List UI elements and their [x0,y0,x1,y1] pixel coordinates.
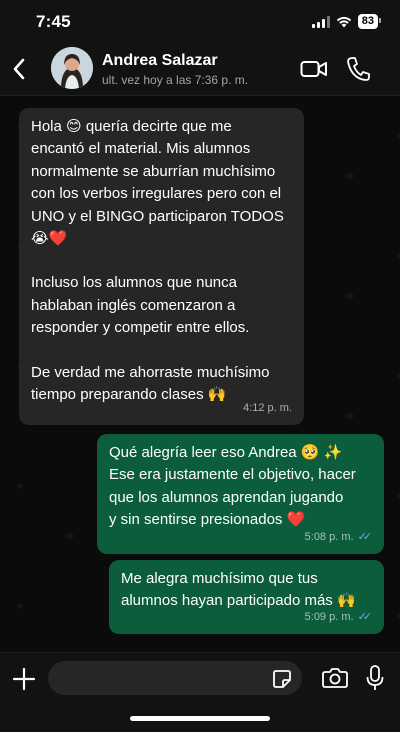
message-meta: 5:09 p. m. ✓✓ [305,606,372,628]
avatar-image [51,47,93,89]
message-line: normalmente se aburrían muchísimo [31,162,276,180]
message-meta: 4:12 p. m. [243,397,292,419]
camera-button[interactable] [322,667,348,689]
chevron-left-icon [13,58,25,80]
message-line: Ese era justamente el objetivo, hacer [109,466,356,484]
message-line: con los verbos irregulares pero con el [31,185,282,203]
back-button[interactable] [8,54,30,84]
microphone-button[interactable] [366,664,384,692]
camera-icon [322,668,348,688]
status-bar: 7:45 83 [0,0,400,44]
video-call-button[interactable] [300,58,328,80]
message-bubble-incoming[interactable]: Hola 😊 quería decirte que me encantó el … [19,108,304,425]
message-time: 5:08 p. m. [304,530,354,543]
phone-icon [347,57,370,81]
attach-button[interactable] [12,667,36,691]
message-time: 4:12 p. m. [243,401,292,414]
wifi-icon [336,16,351,27]
message-meta: 5:08 p. m. ✓✓ [305,526,372,548]
message-line: responder y competir entre ellos. [31,319,250,337]
plus-icon [12,667,36,691]
double-check-icon: ✓✓ [357,610,373,623]
message-line: hablaban inglés comenzaron a [31,296,236,314]
home-indicator [130,716,270,721]
message-input[interactable] [48,661,302,695]
message-line: encantó el material. Mis alumnos [31,140,251,158]
chat-header: Andrea Salazar ult. vez hoy a las 7:36 p… [0,44,400,96]
message-line: que los alumnos aprendan jugando [109,488,344,506]
message-line: Hola 😊 quería decirte que me [31,118,232,135]
voice-call-button[interactable] [346,56,370,82]
microphone-icon [366,665,384,690]
battery-icon: 83 [357,14,382,29]
sticker-button[interactable] [272,669,292,689]
message-line: Incluso los alumnos que nunca [31,274,237,292]
message-bubble-outgoing[interactable]: Me alegra muchísimo que tus alumnos haya… [109,560,384,634]
message-line: 😭❤️ [31,230,68,248]
chat-area[interactable]: Hola 😊 quería decirte que me encantó el … [0,96,400,652]
video-camera-icon [300,61,327,77]
status-time: 7:45 [36,12,71,31]
message-line: Me alegra muchísimo que tus [121,570,318,587]
signal-icon [311,15,330,28]
message-bubble-outgoing[interactable]: Qué alegría leer eso Andrea 🥺 ✨ Ese era … [97,434,384,554]
contact-name[interactable]: Andrea Salazar [102,52,218,70]
avatar[interactable] [51,47,93,89]
last-seen-status: ult. vez hoy a las 7:36 p. m. [102,73,249,87]
message-line: Qué alegría leer eso Andrea 🥺 ✨ [109,444,343,461]
status-icons: 83 [311,14,382,29]
double-check-icon: ✓✓ [357,530,373,543]
message-line: De verdad me ahorraste muchísimo [31,363,270,381]
sticker-icon [273,670,291,688]
message-time: 5:09 p. m. [304,610,354,623]
message-line: UNO y el BINGO participaron TODOS [31,207,284,225]
